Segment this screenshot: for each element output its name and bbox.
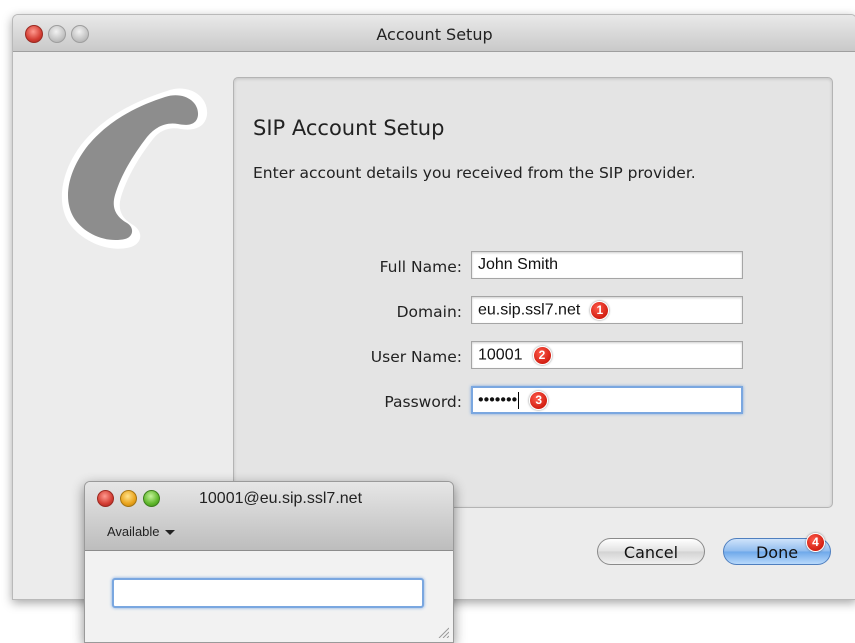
availability-dropdown[interactable]: Available (107, 524, 175, 539)
status-window: 10001@eu.sip.ssl7.net Available (84, 481, 454, 643)
status-message-input[interactable] (112, 578, 424, 608)
password-field[interactable]: ••••••• 3 (471, 386, 743, 414)
cancel-button[interactable]: Cancel (597, 538, 705, 565)
step-badge-4: 4 (806, 533, 825, 552)
domain-field[interactable]: eu.sip.ssl7.net 1 (471, 296, 743, 324)
close-icon[interactable] (97, 490, 114, 507)
password-value: ••••••• (478, 391, 518, 409)
resize-grip-icon[interactable] (437, 626, 449, 638)
minimize-icon[interactable] (120, 490, 137, 507)
zoom-icon[interactable] (143, 490, 160, 507)
full-name-field[interactable]: John Smith (471, 251, 743, 279)
status-titlebar[interactable]: 10001@eu.sip.ssl7.net Available (85, 482, 453, 551)
panel-title: SIP Account Setup (253, 116, 445, 140)
password-label: Password: (384, 393, 462, 411)
domain-value: eu.sip.ssl7.net (478, 301, 581, 319)
domain-row: Domain: eu.sip.ssl7.net 1 (234, 296, 832, 328)
domain-label: Domain: (396, 303, 462, 321)
chevron-down-icon (164, 530, 175, 536)
user-name-label: User Name: (370, 348, 462, 366)
user-name-row: User Name: 10001 2 (234, 341, 832, 373)
user-name-value: 10001 (478, 346, 523, 364)
panel-description: Enter account details you received from … (253, 164, 696, 182)
window-title: Account Setup (376, 25, 493, 44)
full-name-row: Full Name: John Smith (234, 251, 832, 283)
sip-setup-panel: SIP Account Setup Enter account details … (233, 77, 833, 508)
step-badge-3: 3 (529, 391, 549, 410)
user-name-field[interactable]: 10001 2 (471, 341, 743, 369)
password-row: Password: ••••••• 3 (234, 386, 832, 418)
account-title: 10001@eu.sip.ssl7.net (199, 490, 363, 507)
step-badge-2: 2 (532, 346, 552, 365)
availability-value: Available (107, 524, 160, 539)
window-titlebar[interactable]: Account Setup (13, 15, 855, 52)
full-name-label: Full Name: (379, 258, 462, 276)
step-badge-1: 1 (590, 301, 610, 320)
phone-logo-icon (61, 88, 208, 249)
text-caret (518, 392, 520, 409)
full-name-value: John Smith (478, 256, 559, 273)
